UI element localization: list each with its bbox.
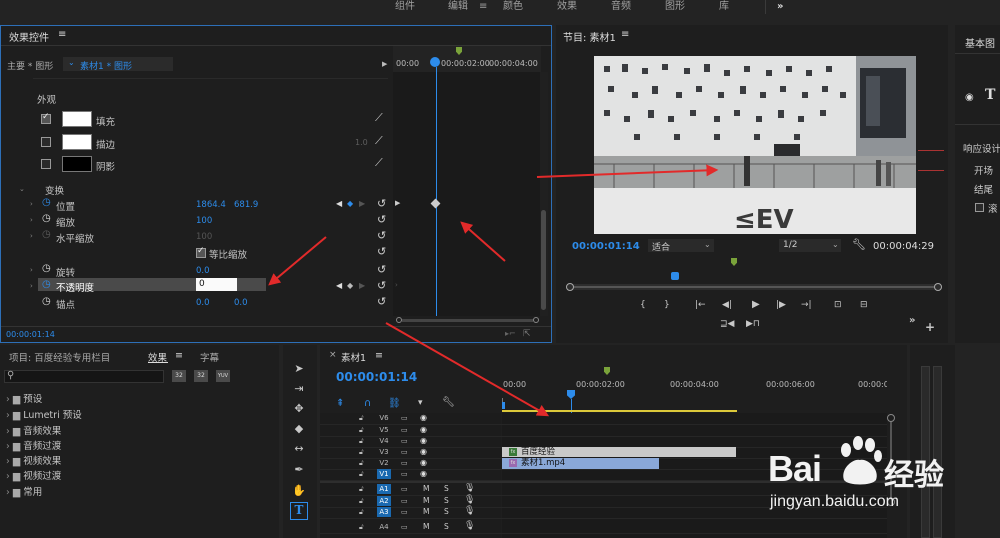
- annotation-arrow: [460, 221, 506, 262]
- annotation-arrow: [268, 236, 327, 286]
- watermark-brand: Bai: [768, 448, 822, 489]
- annotation-arrow: [536, 164, 719, 178]
- watermark-brand-suffix: 经验: [884, 458, 944, 493]
- baidu-watermark: Bai 经验 jingyan.baidu.com: [768, 436, 996, 536]
- baidu-paw-logo: [841, 436, 882, 485]
- annotation-arrow: [385, 322, 550, 417]
- watermark-url: jingyan.baidu.com: [770, 493, 899, 510]
